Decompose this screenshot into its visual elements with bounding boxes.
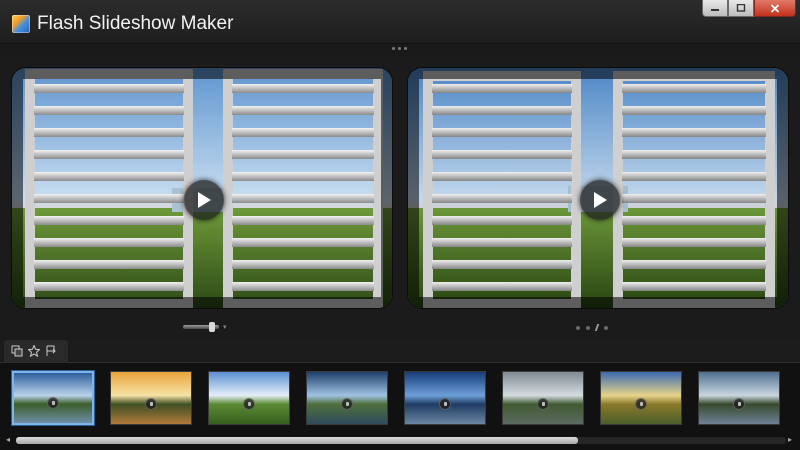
photos-icon [11, 345, 23, 357]
tab-bar [4, 340, 68, 362]
thumbnail-marker-icon [635, 398, 647, 410]
photo-library: ◂ ▸ [0, 362, 800, 450]
thumbnail-marker-icon [733, 398, 745, 410]
minimize-icon [711, 9, 719, 11]
transitions-tab[interactable] [45, 345, 57, 357]
window-controls [702, 0, 796, 17]
effects-tab[interactable] [28, 345, 40, 357]
volume-knob[interactable] [209, 322, 215, 332]
play-button[interactable] [184, 180, 224, 220]
library-tabs [0, 340, 800, 362]
close-button[interactable] [754, 0, 796, 17]
minimize-button[interactable] [702, 0, 728, 17]
play-icon [594, 192, 607, 208]
dot-icon [586, 325, 590, 330]
effect-preview[interactable] [408, 68, 788, 308]
maximize-button[interactable] [728, 0, 754, 17]
dot-icon [576, 325, 580, 330]
thumbnail-sunset-lake[interactable] [110, 371, 192, 425]
close-icon [770, 3, 780, 13]
app-logo-icon [12, 15, 30, 33]
maximize-icon [736, 4, 746, 12]
dot-icon [604, 325, 608, 330]
scroll-left-icon[interactable]: ◂ [6, 435, 10, 445]
thumbnail-rays-lake[interactable] [306, 371, 388, 425]
thumbnail-marker-icon [145, 398, 157, 410]
thumbnail-clouds-meadow[interactable] [208, 371, 290, 425]
horizontal-scrollbar[interactable]: ◂ ▸ [6, 434, 794, 446]
thumbnail-golden-field[interactable] [600, 371, 682, 425]
volume-slider[interactable]: ▾ [183, 322, 233, 332]
transition-icon [46, 345, 56, 356]
thumbnail-mountain-lake[interactable] [698, 371, 780, 425]
preview-nav-controls[interactable] [576, 324, 608, 331]
title-bar: Flash Slideshow Maker [0, 0, 800, 44]
play-icon [198, 192, 211, 208]
play-button[interactable] [580, 180, 620, 220]
thumbnail-marker-icon [47, 397, 59, 409]
scroll-right-icon[interactable]: ▸ [788, 435, 792, 445]
thumbnail-marker-icon [243, 398, 255, 410]
thumbnail-sky-lake[interactable] [12, 371, 94, 425]
preview-stage: ▾ [0, 56, 800, 340]
thumbnail-marker-icon [537, 398, 549, 410]
thumbnail-marker-icon [439, 398, 451, 410]
chevron-down-icon[interactable]: ▾ [223, 324, 227, 331]
original-preview[interactable] [12, 68, 392, 308]
panel-resize-handle[interactable] [392, 47, 407, 50]
photos-tab[interactable] [11, 345, 23, 357]
app-title: Flash Slideshow Maker [37, 13, 234, 34]
thumbnail-blue-lake[interactable] [404, 371, 486, 425]
star-icon [28, 345, 40, 357]
divider-icon [594, 324, 600, 331]
thumbnail-marker-icon [341, 398, 353, 410]
scroll-thumb[interactable] [16, 437, 578, 444]
thumbnail-cloudy-pond[interactable] [502, 371, 584, 425]
